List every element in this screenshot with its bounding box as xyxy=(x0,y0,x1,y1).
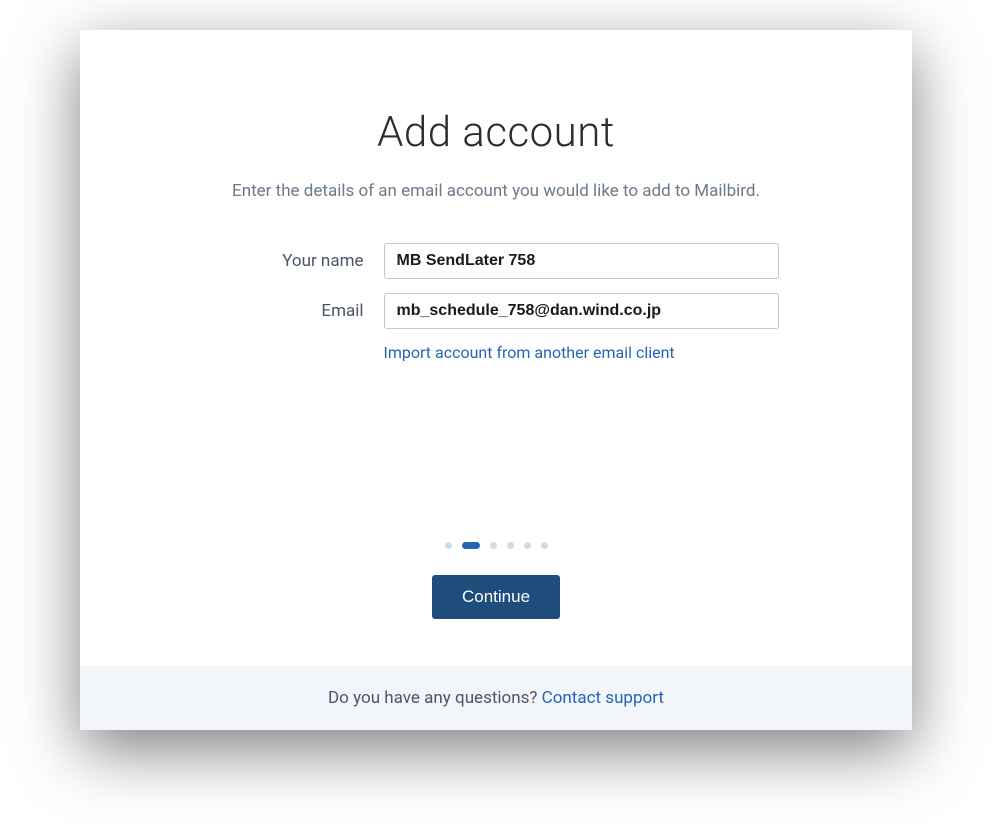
name-label: Your name xyxy=(214,251,364,271)
email-input[interactable] xyxy=(384,293,779,329)
pagination-dot[interactable] xyxy=(445,542,452,549)
pagination-dot[interactable] xyxy=(507,542,514,549)
import-link[interactable]: Import account from another email client xyxy=(384,343,779,362)
pagination-dot-active[interactable] xyxy=(462,542,480,549)
pagination-dot[interactable] xyxy=(490,542,497,549)
footer: Do you have any questions? Contact suppo… xyxy=(80,666,912,730)
dialog-title: Add account xyxy=(377,108,615,157)
pagination-dot[interactable] xyxy=(524,542,531,549)
dialog-subtitle: Enter the details of an email account yo… xyxy=(232,181,760,201)
pagination-dot[interactable] xyxy=(541,542,548,549)
footer-question: Do you have any questions? xyxy=(328,688,542,708)
import-row: Import account from another email client xyxy=(80,343,912,362)
name-input[interactable] xyxy=(384,243,779,279)
dialog-content: Add account Enter the details of an emai… xyxy=(80,30,912,666)
add-account-dialog: Add account Enter the details of an emai… xyxy=(80,30,912,730)
pagination-dots xyxy=(445,542,548,549)
contact-support-link[interactable]: Contact support xyxy=(542,688,664,708)
continue-button[interactable]: Continue xyxy=(432,575,560,619)
name-row: Your name xyxy=(80,243,912,279)
email-label: Email xyxy=(214,301,364,321)
email-row: Email xyxy=(80,293,912,329)
